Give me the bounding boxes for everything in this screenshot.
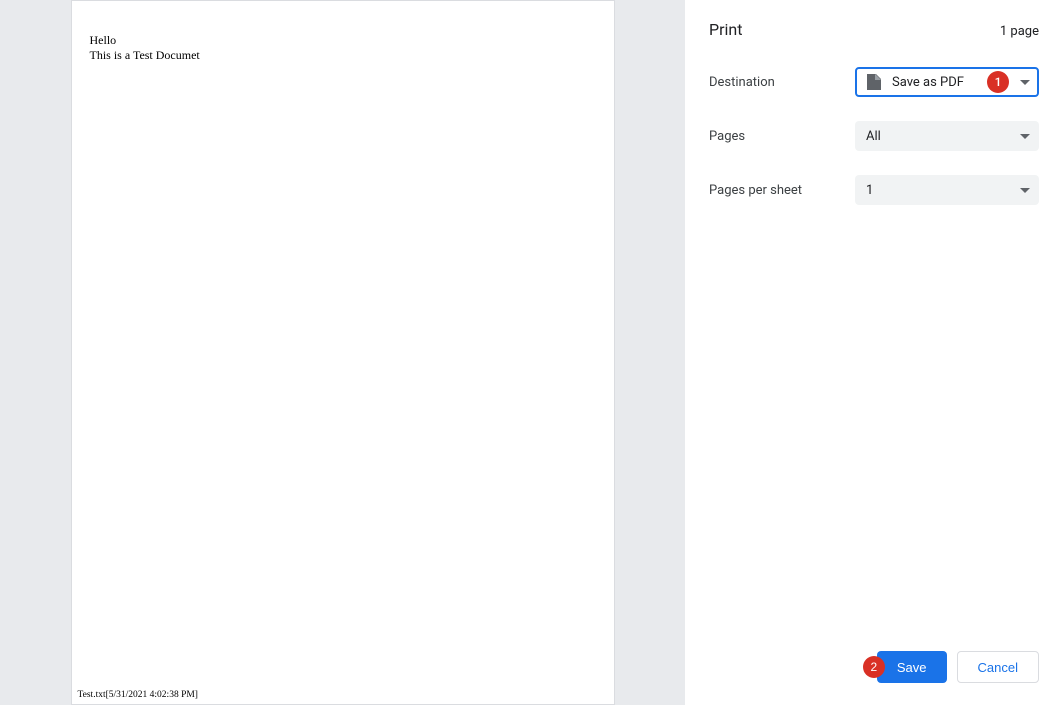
pages-per-sheet-label: Pages per sheet bbox=[709, 183, 855, 198]
preview-content: Hello This is a Test Documet bbox=[90, 33, 200, 63]
preview-line-2: This is a Test Documet bbox=[90, 48, 200, 63]
cancel-button-label: Cancel bbox=[978, 660, 1018, 675]
pdf-file-icon bbox=[866, 74, 882, 90]
preview-line-1: Hello bbox=[90, 33, 200, 48]
preview-footer: Test.txt[5/31/2021 4:02:38 PM] bbox=[78, 690, 198, 700]
pages-value: All bbox=[866, 129, 881, 144]
save-button[interactable]: 2 Save bbox=[877, 651, 947, 683]
pages-per-sheet-value: 1 bbox=[866, 183, 873, 198]
print-settings-panel: Print 1 page Destination Save as PDF 1 P… bbox=[685, 0, 1063, 705]
preview-page: Hello This is a Test Documet Test.txt[5/… bbox=[71, 0, 615, 705]
destination-select[interactable]: Save as PDF 1 bbox=[855, 67, 1039, 97]
panel-header: Print 1 page bbox=[709, 20, 1039, 39]
destination-label: Destination bbox=[709, 75, 855, 90]
destination-row: Destination Save as PDF 1 bbox=[709, 67, 1039, 97]
chevron-down-icon bbox=[1020, 134, 1030, 139]
save-button-label: Save bbox=[897, 660, 927, 675]
page-count: 1 page bbox=[1000, 24, 1039, 39]
destination-value: Save as PDF bbox=[892, 75, 964, 90]
pages-per-sheet-select[interactable]: 1 bbox=[855, 175, 1039, 205]
annotation-badge-2: 2 bbox=[863, 656, 885, 678]
pages-select[interactable]: All bbox=[855, 121, 1039, 151]
pages-label: Pages bbox=[709, 129, 855, 144]
print-preview-pane: Hello This is a Test Documet Test.txt[5/… bbox=[0, 0, 685, 705]
pages-row: Pages All bbox=[709, 121, 1039, 151]
panel-title: Print bbox=[709, 20, 742, 39]
chevron-down-icon bbox=[1020, 188, 1030, 193]
footer-buttons: 2 Save Cancel bbox=[709, 651, 1039, 689]
cancel-button[interactable]: Cancel bbox=[957, 651, 1039, 683]
annotation-badge-1: 1 bbox=[987, 71, 1009, 93]
pages-per-sheet-row: Pages per sheet 1 bbox=[709, 175, 1039, 205]
chevron-down-icon bbox=[1020, 80, 1030, 85]
